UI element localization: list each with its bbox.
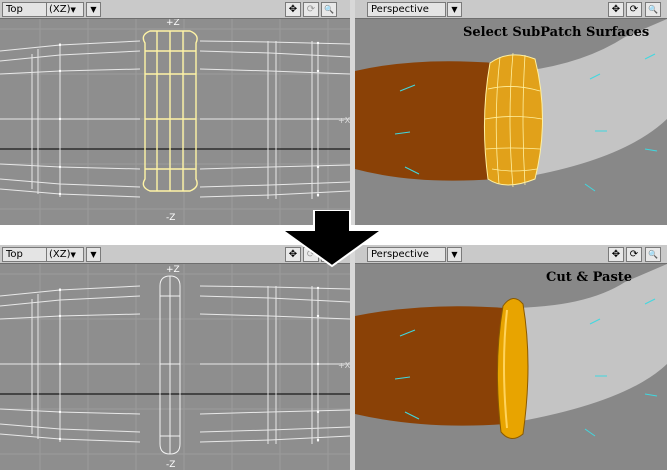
grey-mesh bbox=[525, 19, 667, 177]
chevron-down-icon: ▼ bbox=[451, 250, 458, 259]
down-arrow-icon bbox=[280, 210, 384, 268]
bottom-step-panel: Top (XZ)▼ ▼ ✥ ⟳ 🔍 bbox=[0, 245, 667, 470]
selected-band-mesh bbox=[483, 52, 543, 188]
z-positive-label: +Z bbox=[166, 265, 180, 275]
view-type-selector[interactable]: Perspective bbox=[367, 2, 446, 17]
view-type-label: Top bbox=[6, 4, 23, 15]
rotate-icon: ⟳ bbox=[629, 4, 639, 15]
zoom-view-button[interactable]: 🔍 bbox=[645, 247, 661, 262]
viewport-options-button[interactable]: ▼ bbox=[86, 2, 101, 17]
rotate-view-button[interactable]: ⟳ bbox=[626, 2, 642, 17]
zoom-icon: 🔍 bbox=[648, 5, 658, 14]
rotate-view-button[interactable]: ⟳ bbox=[303, 2, 319, 17]
perspective-canvas[interactable]: Cut & Paste bbox=[355, 264, 667, 470]
x-axis-marker: +X bbox=[338, 116, 350, 125]
rotate-icon: ⟳ bbox=[306, 4, 316, 15]
viewport-options-button[interactable]: ▼ bbox=[86, 247, 101, 262]
zoom-view-button[interactable]: 🔍 bbox=[645, 2, 661, 17]
top-view-canvas[interactable]: +Z -Z +X bbox=[0, 264, 350, 470]
move-view-button[interactable]: ✥ bbox=[608, 2, 624, 17]
chevron-down-icon: ▼ bbox=[90, 250, 97, 259]
ring-wireframe bbox=[159, 275, 181, 455]
move-icon: ✥ bbox=[611, 4, 621, 15]
perspective-viewport[interactable]: Perspective ▼ ✥ ⟳ 🔍 Select SubPatch Surf… bbox=[355, 0, 667, 225]
chevron-down-icon: ▼ bbox=[90, 5, 97, 14]
zoom-icon: 🔍 bbox=[648, 250, 658, 259]
move-view-button[interactable]: ✥ bbox=[285, 2, 301, 17]
top-view-canvas[interactable]: +Z -Z +X bbox=[0, 19, 350, 225]
brown-mesh bbox=[355, 61, 495, 181]
chevron-down-icon: ▼ bbox=[70, 251, 76, 259]
viewport-options-button[interactable]: ▼ bbox=[447, 247, 462, 262]
chevron-down-icon: ▼ bbox=[70, 6, 76, 14]
viewport-header: Perspective ▼ ✥ ⟳ 🔍 bbox=[355, 0, 667, 19]
rotate-icon: ⟳ bbox=[629, 249, 639, 260]
view-type-label: Perspective bbox=[371, 4, 429, 15]
z-negative-label: -Z bbox=[166, 460, 175, 470]
viewport-header: Top (XZ)▼ ▼ ✥ ⟳ 🔍 bbox=[0, 0, 350, 19]
view-type-selector[interactable]: Top bbox=[2, 2, 47, 17]
top-viewport[interactable]: Top (XZ)▼ ▼ ✥ ⟳ 🔍 bbox=[0, 245, 350, 470]
gold-ring bbox=[496, 298, 529, 439]
view-type-selector[interactable]: Top bbox=[2, 247, 47, 262]
zoom-icon: 🔍 bbox=[324, 5, 334, 14]
axis-label: (XZ) bbox=[49, 4, 71, 15]
step-caption: Select SubPatch Surfaces bbox=[463, 25, 649, 40]
x-axis-marker: +X bbox=[338, 361, 350, 370]
axis-selector[interactable]: (XZ)▼ bbox=[46, 2, 84, 17]
zoom-view-button[interactable]: 🔍 bbox=[321, 2, 337, 17]
move-view-button[interactable]: ✥ bbox=[608, 247, 624, 262]
selected-band-wireframe bbox=[142, 30, 198, 192]
axis-selector[interactable]: (XZ)▼ bbox=[46, 247, 84, 262]
step-caption: Cut & Paste bbox=[546, 270, 632, 285]
chevron-down-icon: ▼ bbox=[451, 5, 458, 14]
viewport-header: Perspective ▼ ✥ ⟳ 🔍 bbox=[355, 245, 667, 264]
move-icon: ✥ bbox=[611, 249, 621, 260]
grey-mesh bbox=[505, 264, 667, 424]
axis-label: (XZ) bbox=[49, 249, 71, 260]
perspective-canvas[interactable]: Select SubPatch Surfaces bbox=[355, 19, 667, 225]
rotate-view-button[interactable]: ⟳ bbox=[626, 247, 642, 262]
viewport-options-button[interactable]: ▼ bbox=[447, 2, 462, 17]
z-positive-label: +Z bbox=[166, 19, 180, 28]
move-icon: ✥ bbox=[288, 4, 298, 15]
view-type-label: Top bbox=[6, 249, 23, 260]
top-step-panel: Top (XZ)▼ ▼ ✥ ⟳ 🔍 +Z -Z +X Perspective ▼… bbox=[0, 0, 667, 225]
top-viewport[interactable]: Top (XZ)▼ ▼ ✥ ⟳ 🔍 bbox=[0, 0, 350, 225]
unselected-wireframe bbox=[0, 40, 350, 199]
z-negative-label: -Z bbox=[166, 213, 175, 223]
brown-mesh bbox=[355, 306, 505, 426]
perspective-viewport[interactable]: Perspective ▼ ✥ ⟳ 🔍 Cut & Paste bbox=[355, 245, 667, 470]
unselected-wireframe bbox=[0, 285, 350, 444]
